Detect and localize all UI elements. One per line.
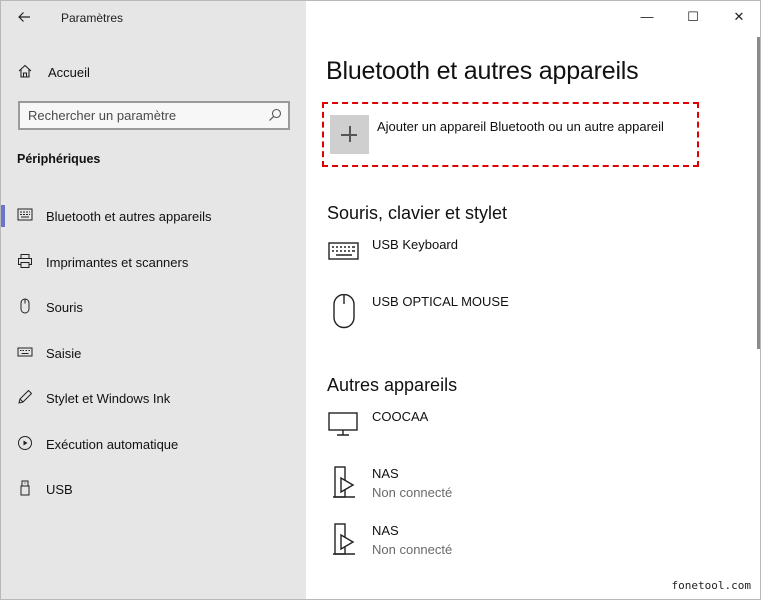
section-label: Périphériques bbox=[17, 152, 101, 166]
device-item[interactable]: USB Keyboard bbox=[327, 237, 707, 281]
sidebar-item-label: Bluetooth et autres appareils bbox=[46, 209, 212, 224]
close-icon: ✕ bbox=[733, 9, 745, 24]
sidebar-item-label: USB bbox=[46, 482, 73, 497]
title-bar: Paramètres bbox=[1, 1, 306, 33]
keyboard-icon bbox=[327, 237, 363, 273]
home-label: Accueil bbox=[48, 65, 90, 80]
sidebar: Paramètres Accueil Périphériques bbox=[1, 1, 306, 599]
sidebar-item-label: Imprimantes et scanners bbox=[46, 254, 189, 270]
minimize-icon: — bbox=[640, 9, 654, 24]
sidebar-nav: Bluetooth et autres appareils Imprimante… bbox=[1, 193, 306, 512]
sidebar-item-pen[interactable]: Stylet et Windows Ink bbox=[1, 375, 306, 421]
bluetooth-devices-icon bbox=[17, 207, 33, 223]
device-name: COOCAA bbox=[372, 409, 429, 424]
device-item[interactable]: COOCAA bbox=[327, 409, 707, 453]
sidebar-item-typing[interactable]: Saisie bbox=[1, 330, 306, 376]
usb-icon bbox=[17, 480, 33, 496]
pen-icon bbox=[17, 389, 33, 405]
mouse-icon bbox=[327, 293, 363, 330]
search-icon bbox=[268, 108, 282, 122]
settings-window: Paramètres Accueil Périphériques bbox=[0, 0, 761, 600]
sidebar-item-label: Souris bbox=[46, 300, 83, 315]
media-device-icon bbox=[327, 466, 363, 502]
device-status: Non connecté bbox=[372, 485, 453, 500]
group-title-input-devices: Souris, clavier et stylet bbox=[327, 203, 508, 223]
keyboard-icon bbox=[17, 344, 33, 360]
sidebar-item-label: Saisie bbox=[46, 345, 82, 361]
mouse-icon bbox=[17, 298, 33, 314]
app-title: Paramètres bbox=[61, 11, 124, 25]
autoplay-icon bbox=[17, 435, 33, 451]
group-title-other-devices: Autres appareils bbox=[327, 375, 458, 395]
minimize-button[interactable]: — bbox=[624, 1, 670, 33]
monitor-icon bbox=[327, 409, 363, 445]
add-device-button[interactable] bbox=[330, 115, 369, 154]
maximize-button[interactable]: ☐ bbox=[670, 1, 716, 33]
home-icon bbox=[17, 63, 33, 79]
maximize-icon: ☐ bbox=[687, 9, 699, 24]
main-content: — ☐ ✕ Bluetooth et autres appareils Ajou… bbox=[306, 1, 760, 599]
sidebar-item-label: Stylet et Windows Ink bbox=[46, 391, 171, 406]
device-item[interactable]: USB OPTICAL MOUSE bbox=[327, 293, 707, 338]
back-button[interactable] bbox=[13, 7, 35, 27]
device-name: NAS bbox=[372, 523, 399, 538]
sidebar-item-printers[interactable]: Imprimantes et scanners bbox=[1, 239, 306, 285]
scrollbar[interactable] bbox=[757, 37, 760, 349]
sidebar-item-autoplay[interactable]: Exécution automatique bbox=[1, 421, 306, 467]
search-box[interactable] bbox=[18, 101, 290, 130]
page-title: Bluetooth et autres appareils bbox=[326, 57, 639, 85]
media-device-icon bbox=[327, 523, 363, 559]
device-item[interactable]: NAS Non connecté bbox=[327, 466, 707, 510]
device-name: USB Keyboard bbox=[372, 237, 458, 252]
device-name: NAS bbox=[372, 466, 399, 481]
sidebar-item-bluetooth[interactable]: Bluetooth et autres appareils bbox=[1, 193, 306, 239]
device-status: Non connecté bbox=[372, 542, 453, 557]
sidebar-item-mouse[interactable]: Souris bbox=[1, 284, 306, 330]
watermark: fonetool.com bbox=[668, 578, 754, 593]
device-item[interactable]: NAS Non connecté bbox=[327, 523, 707, 567]
back-arrow-icon bbox=[18, 12, 30, 22]
close-button[interactable]: ✕ bbox=[716, 1, 760, 33]
printer-icon bbox=[17, 253, 33, 269]
add-device-highlight: Ajouter un appareil Bluetooth ou un autr… bbox=[322, 102, 699, 167]
add-device-label[interactable]: Ajouter un appareil Bluetooth ou un autr… bbox=[377, 119, 664, 134]
sidebar-item-usb[interactable]: USB bbox=[1, 466, 306, 512]
search-input[interactable] bbox=[28, 106, 258, 125]
device-name: USB OPTICAL MOUSE bbox=[372, 294, 509, 309]
home-nav-item[interactable]: Accueil bbox=[1, 57, 306, 87]
sidebar-item-label: Exécution automatique bbox=[46, 436, 179, 452]
